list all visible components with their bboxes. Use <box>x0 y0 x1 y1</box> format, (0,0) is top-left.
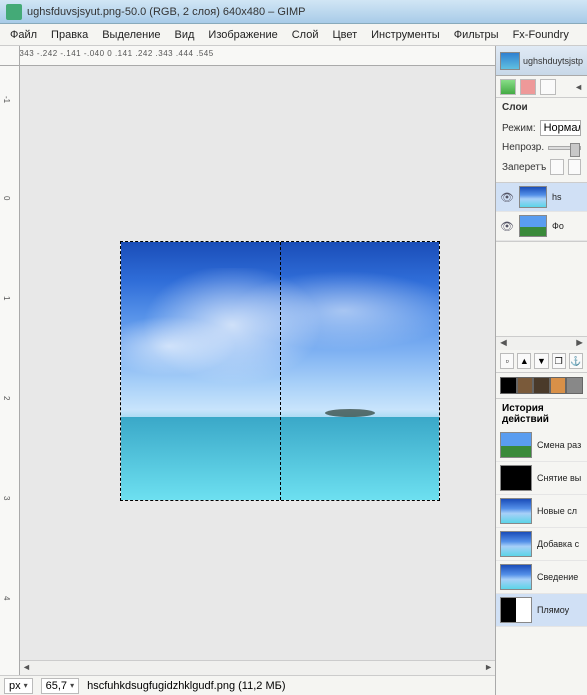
canvas-background <box>20 66 495 660</box>
menu-tools[interactable]: Инструменты <box>365 26 446 44</box>
layer-name[interactable]: Фо <box>552 221 564 231</box>
lock-label: Заперетъ <box>502 162 546 173</box>
island-detail <box>325 409 375 417</box>
workspace[interactable] <box>20 66 495 660</box>
layer-name[interactable]: hs <box>552 192 562 202</box>
dropdown-arrow-icon: ▾ <box>70 681 74 690</box>
menu-edit[interactable]: Правка <box>45 26 94 44</box>
history-label: Сведение <box>537 572 578 582</box>
swatch[interactable] <box>517 377 534 394</box>
status-file: hscfuhkdsugfugidzhklgudf.png (11,2 МБ) <box>87 680 285 692</box>
app-icon <box>6 4 22 20</box>
history-list: Смена раз Снятие вы Новые сл Добавка с С… <box>496 429 587 627</box>
anchor-layer-button[interactable]: ⚓ <box>569 353 583 369</box>
mode-value: Нормальн... <box>544 122 581 134</box>
lock-pixels-icon[interactable] <box>550 159 563 175</box>
history-thumbnail <box>500 597 532 623</box>
history-label: Новые сл <box>537 506 577 516</box>
layer-row[interactable]: 👁 Фо <box>496 212 587 241</box>
visibility-toggle-icon[interactable]: 👁 <box>500 190 514 204</box>
menu-select[interactable]: Выделение <box>96 26 166 44</box>
history-row[interactable]: Снятие вы <box>496 462 587 495</box>
menu-filters[interactable]: Фильтры <box>448 26 505 44</box>
dock-toolbar: ◄ <box>496 76 587 98</box>
history-thumbnail <box>500 531 532 557</box>
menubar: Файл Правка Выделение Вид Изображение Сл… <box>0 24 587 46</box>
history-label: Добавка с <box>537 539 579 549</box>
history-thumbnail <box>500 564 532 590</box>
history-thumbnail <box>500 432 532 458</box>
history-row[interactable]: Плямоу <box>496 594 587 627</box>
layer-thumbnail[interactable] <box>519 215 547 237</box>
history-thumbnail <box>500 498 532 524</box>
canvas-area: -1 0 1 2 3 4 px▾ 65,7▾ hscfuhkdsugfugidz… <box>0 46 495 695</box>
layer-row[interactable]: 👁 hs <box>496 183 587 212</box>
menu-color[interactable]: Цвет <box>326 26 363 44</box>
menu-view[interactable]: Вид <box>169 26 201 44</box>
zoom-selector[interactable]: 65,7▾ <box>41 678 79 694</box>
history-label: Снятие вы <box>537 473 581 483</box>
image-canvas[interactable] <box>120 241 440 501</box>
layer-list: 👁 hs 👁 Фо <box>496 182 587 242</box>
dropdown-arrow-icon: ▾ <box>24 681 28 690</box>
layers-title: Слои <box>496 98 587 117</box>
ruler-origin[interactable] <box>0 46 20 66</box>
channels-tab-icon[interactable] <box>520 79 536 95</box>
swatch[interactable] <box>500 377 517 394</box>
layer-thumbnail[interactable] <box>519 186 547 208</box>
history-label: Плямоу <box>537 605 569 615</box>
unit-selector[interactable]: px▾ <box>4 678 33 694</box>
swatch[interactable] <box>533 377 550 394</box>
zoom-value: 65,7 <box>46 680 67 692</box>
history-title: История действий <box>496 399 587 429</box>
menu-file[interactable]: Файл <box>4 26 43 44</box>
visibility-toggle-icon[interactable]: 👁 <box>500 219 514 233</box>
mode-label: Режим: <box>502 123 536 134</box>
image-tab-label: ughshduytsjstp <box>523 56 583 66</box>
ruler-horizontal[interactable] <box>20 46 495 66</box>
menu-layer[interactable]: Слой <box>286 26 325 44</box>
menu-image[interactable]: Изображение <box>202 26 283 44</box>
history-thumbnail <box>500 465 532 491</box>
unit-value: px <box>9 680 21 692</box>
statusbar: px▾ 65,7▾ hscfuhkdsugfugidzhklgudf.png (… <box>0 675 495 695</box>
history-label: Смена раз <box>537 440 581 450</box>
layers-tab-icon[interactable] <box>500 79 516 95</box>
ruler-vertical[interactable]: -1 0 1 2 3 4 <box>0 66 20 675</box>
vertical-guide[interactable] <box>280 242 281 500</box>
history-row[interactable]: Новые сл <box>496 495 587 528</box>
opacity-label: Непрозр. <box>502 142 544 153</box>
history-row[interactable]: Добавка с <box>496 528 587 561</box>
raise-layer-button[interactable]: ▲ <box>517 353 531 369</box>
new-layer-button[interactable]: ▫ <box>500 353 514 369</box>
image-tab[interactable]: ughshduytsjstp <box>496 46 587 76</box>
history-row[interactable]: Сведение <box>496 561 587 594</box>
menu-fxfoundry[interactable]: Fx-Foundry <box>507 26 575 44</box>
right-panel: ughshduytsjstp ◄ Слои Режим: Нормальн...… <box>495 46 587 695</box>
color-swatches <box>496 372 587 399</box>
lock-alpha-icon[interactable] <box>568 159 581 175</box>
lower-layer-button[interactable]: ▼ <box>534 353 548 369</box>
tab-menu-icon[interactable]: ◄ <box>574 82 583 92</box>
paths-tab-icon[interactable] <box>540 79 556 95</box>
history-row[interactable]: Смена раз <box>496 429 587 462</box>
mode-select[interactable]: Нормальн...▾ <box>540 120 581 136</box>
opacity-slider[interactable] <box>548 146 581 150</box>
swatch[interactable] <box>550 377 567 394</box>
layer-buttons: ▫ ▲ ▼ ❐ ⚓ <box>496 350 587 372</box>
duplicate-layer-button[interactable]: ❐ <box>552 353 566 369</box>
layer-scrollbar[interactable]: ◄► <box>496 336 587 350</box>
horizontal-scrollbar[interactable] <box>20 660 495 675</box>
image-tab-icon <box>500 52 520 70</box>
titlebar: ughsfduvsjsyut.png-50.0 (RGB, 2 слоя) 64… <box>0 0 587 24</box>
window-title: ughsfduvsjsyut.png-50.0 (RGB, 2 слоя) 64… <box>27 6 305 18</box>
swatch[interactable] <box>566 377 583 394</box>
